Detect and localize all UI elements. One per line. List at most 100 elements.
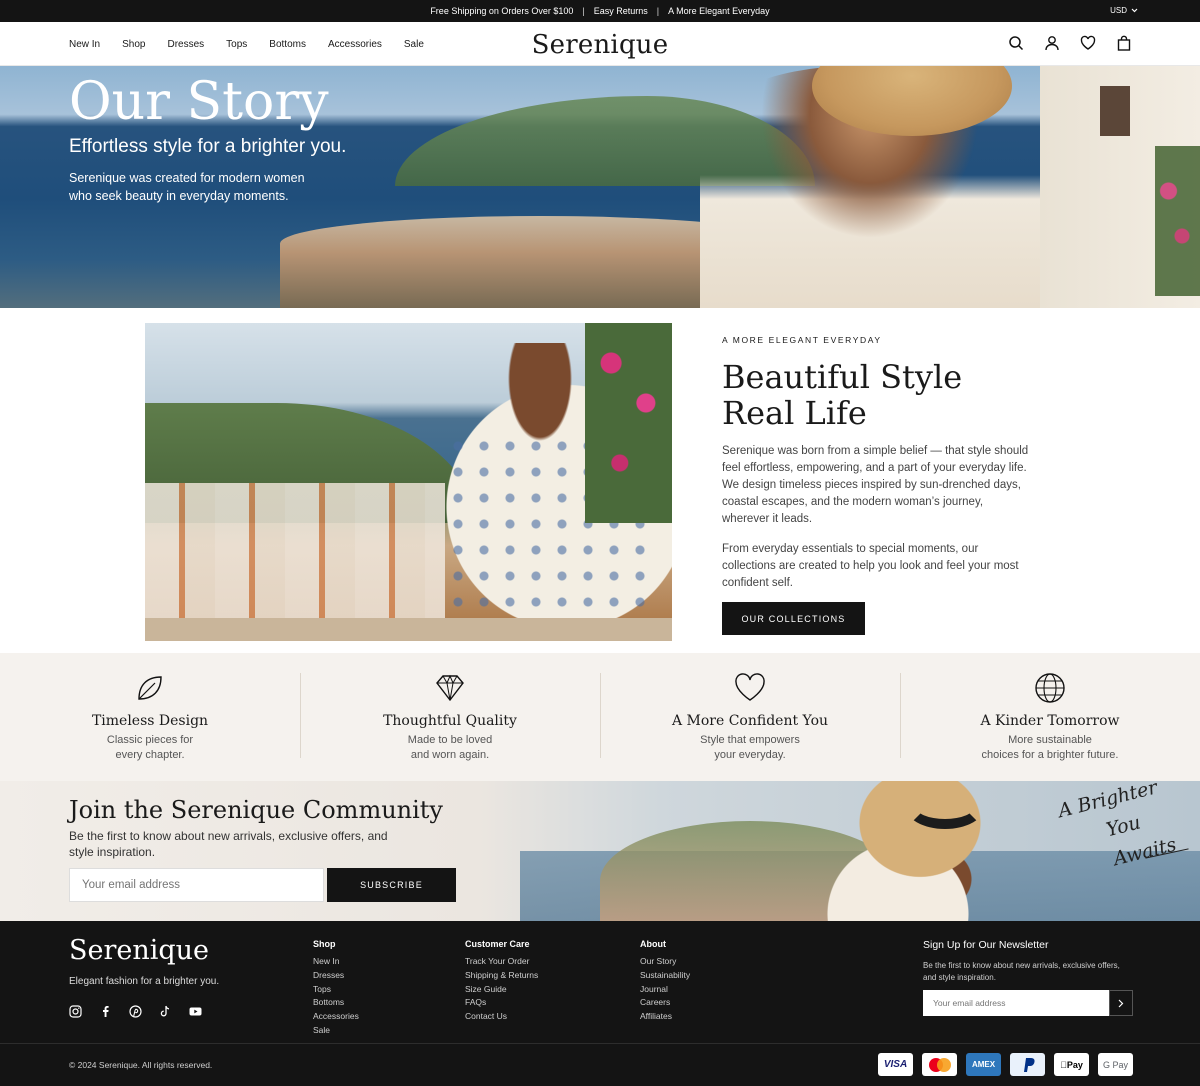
announcement-item: A More Elegant Everyday <box>668 6 770 16</box>
footer-tagline: Elegant fashion for a brighter you. <box>69 976 220 987</box>
newsletter-email-input[interactable] <box>923 990 1109 1016</box>
announcement-item: Easy Returns <box>593 6 648 16</box>
account-icon[interactable] <box>1044 35 1060 51</box>
story-paragraph: Serenique was born from a simple belief … <box>722 445 1029 525</box>
footer-link[interactable]: Track Your Order <box>465 955 538 969</box>
footer-link[interactable]: Our Story <box>640 955 690 969</box>
story-image <box>145 323 672 641</box>
footer-link[interactable]: New In <box>313 955 359 969</box>
footer-logo[interactable]: Serenique <box>69 935 209 966</box>
visa-icon: VISA <box>878 1053 913 1076</box>
value-description: Classic pieces for every chapter. <box>0 733 300 763</box>
value-desc-line: every chapter. <box>115 749 185 761</box>
value-description: More sustainable choices for a brighter f… <box>900 733 1200 763</box>
newsletter-description: Be the first to know about new arrivals,… <box>923 961 1120 982</box>
chevron-down-icon <box>1131 8 1138 13</box>
instagram-icon[interactable] <box>69 1005 82 1018</box>
story-title: Beautiful Style Real Life <box>722 359 1032 431</box>
footer-column-heading: About <box>640 939 666 949</box>
community-description: Be the first to know about new arrivals,… <box>69 829 388 859</box>
chevron-right-icon <box>1118 999 1124 1007</box>
nav-item-tops[interactable]: Tops <box>226 39 247 50</box>
footer-link[interactable]: Accessories <box>313 1010 359 1024</box>
hero-subtitle: Effortless style for a brighter you. <box>69 136 347 157</box>
hero-desc-line: Serenique was created for modern women <box>69 171 305 185</box>
apple-pay-icon: Pay <box>1054 1053 1089 1076</box>
hero-description: Serenique was created for modern women w… <box>69 169 359 205</box>
newsletter-submit-button[interactable] <box>1109 990 1133 1016</box>
paypal-icon <box>1010 1053 1045 1076</box>
footer-link[interactable]: FAQs <box>465 996 538 1010</box>
social-links <box>69 1005 202 1018</box>
heart-icon <box>735 673 765 701</box>
leaf-icon <box>138 676 162 700</box>
footer-link[interactable]: Sustainability <box>640 969 690 983</box>
value-item: A Kinder Tomorrow More sustainable choice… <box>900 653 1200 781</box>
header-icons <box>1008 35 1132 51</box>
site-logo[interactable]: Serenique <box>532 30 669 60</box>
announcement-separator: | <box>656 6 660 16</box>
value-item: Thoughtful Quality Made to be loved and w… <box>300 653 600 781</box>
footer-link[interactable]: Sale <box>313 1024 359 1038</box>
hero-text: Our Story Effortless style for a brighte… <box>69 72 359 205</box>
main-nav: New In Shop Dresses Tops Bottoms Accesso… <box>69 22 424 66</box>
value-item: A More Confident You Style that empowers… <box>600 653 900 781</box>
nav-item-sale[interactable]: Sale <box>404 39 424 50</box>
value-item: Timeless Design Classic pieces for every … <box>0 653 300 781</box>
story-paragraph: From everyday essentials to special mome… <box>722 543 1019 589</box>
subscribe-button[interactable]: SUBSCRIBE <box>327 868 456 902</box>
nav-item-new-in[interactable]: New In <box>69 39 100 50</box>
footer-link[interactable]: Tops <box>313 983 359 997</box>
footer-link[interactable]: Bottoms <box>313 996 359 1010</box>
payment-methods: VISA AMEX Pay G Pay <box>878 1053 1133 1076</box>
youtube-icon[interactable] <box>189 1005 202 1018</box>
footer-newsletter: Sign Up for Our Newsletter Be the first … <box>923 939 1133 1016</box>
value-description: Made to be loved and worn again. <box>300 733 600 763</box>
footer-column-shop: Shop New In Dresses Tops Bottoms Accesso… <box>313 939 359 1038</box>
currency-label: USD <box>1110 6 1127 15</box>
story-title-line: Beautiful Style <box>722 358 963 396</box>
footer-link[interactable]: Careers <box>640 996 690 1010</box>
globe-icon <box>1035 673 1065 703</box>
nav-item-accessories[interactable]: Accessories <box>328 39 382 50</box>
our-collections-button[interactable]: OUR COLLECTIONS <box>722 602 865 635</box>
footer-link[interactable]: Dresses <box>313 969 359 983</box>
newsletter-heading: Sign Up for Our Newsletter <box>923 939 1049 951</box>
footer-link[interactable]: Contact Us <box>465 1010 538 1024</box>
footer-link[interactable]: Affiliates <box>640 1010 690 1024</box>
search-icon[interactable] <box>1008 35 1024 51</box>
footer-column-customer-care: Customer Care Track Your Order Shipping … <box>465 939 538 1024</box>
nav-item-dresses[interactable]: Dresses <box>167 39 204 50</box>
value-title: A Kinder Tomorrow <box>980 713 1120 729</box>
cart-icon[interactable] <box>1116 35 1132 51</box>
value-desc-line: your everyday. <box>714 749 786 761</box>
pinterest-icon[interactable] <box>129 1005 142 1018</box>
footer-divider <box>0 1043 1200 1044</box>
value-desc-line: Classic pieces for <box>106 734 194 746</box>
community-title: Join the Serenique Community <box>69 796 443 824</box>
footer-link[interactable]: Size Guide <box>465 983 538 997</box>
tiktok-icon[interactable] <box>159 1005 172 1018</box>
nav-item-shop[interactable]: Shop <box>122 39 145 50</box>
site-footer: Serenique Elegant fashion for a brighter… <box>0 921 1200 1086</box>
value-desc-line: and worn again. <box>410 749 490 761</box>
story-title-line: Real Life <box>722 394 867 432</box>
footer-column-about: About Our Story Sustainability Journal C… <box>640 939 690 1024</box>
hero-desc-line: who seek beauty in everyday moments. <box>69 189 289 203</box>
wishlist-icon[interactable] <box>1080 35 1096 51</box>
currency-selector[interactable]: USD <box>1110 6 1138 15</box>
nav-item-bottoms[interactable]: Bottoms <box>269 39 306 50</box>
footer-link[interactable]: Shipping & Returns <box>465 969 538 983</box>
value-desc-line: choices for a brighter future. <box>981 749 1119 761</box>
hero-title: Our Story <box>69 72 329 132</box>
community-email-input[interactable] <box>69 868 324 902</box>
footer-column-heading: Customer Care <box>465 939 530 949</box>
facebook-icon[interactable] <box>99 1005 112 1018</box>
community-hat-ribbon-image <box>905 783 985 829</box>
footer-column-heading: Shop <box>313 939 336 949</box>
google-pay-icon: G Pay <box>1098 1053 1133 1076</box>
value-desc-line: More sustainable <box>1008 734 1092 746</box>
announcement-item: Free Shipping on Orders Over $100 <box>430 6 574 16</box>
footer-link[interactable]: Journal <box>640 983 690 997</box>
value-title: Thoughtful Quality <box>383 713 517 729</box>
